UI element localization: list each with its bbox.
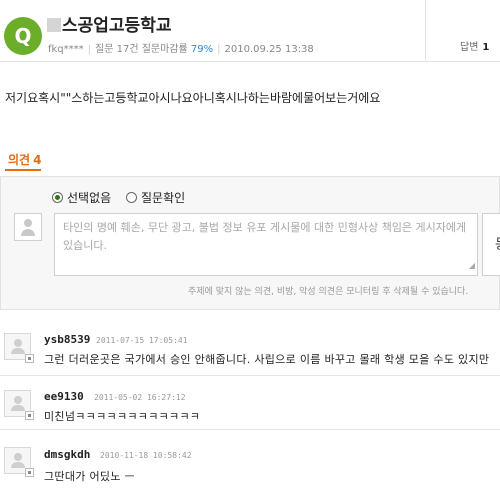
- commenter-avatar-icon[interactable]: ▪: [4, 447, 34, 477]
- question-meta: fkq**** | 질문 17건 질문마감률 79% | 2010.09.25 13:3…: [48, 40, 314, 55]
- radio-no-selection-label: 선택없음: [67, 191, 112, 205]
- tab-opinions[interactable]: 의견 4: [5, 151, 42, 171]
- radio-question-confirm[interactable]: 질문확인: [126, 189, 185, 206]
- header-divider: [425, 0, 426, 62]
- comment-item: ▪ ysb8539 2011-07-15 17:05:41 그런 더러운곳은 국…: [0, 322, 500, 376]
- comment-text: 그런 더러운곳은 국가에서 승인 안해줍니다. 사립으로 이름 바꾸고 몰래 학…: [44, 353, 490, 366]
- meta-separator: |: [87, 44, 92, 55]
- comment-item: ▪ ee9130 2011-05-02 16:27:12 미친넘ㅋㅋㅋㅋㅋㅋㅋㅋ…: [0, 377, 500, 430]
- radio-no-selection[interactable]: 선택없음: [52, 189, 111, 206]
- comment-user[interactable]: dmsgkdh: [44, 448, 90, 461]
- profile-badge-icon: ▪: [25, 468, 34, 477]
- profile-badge-icon: ▪: [25, 411, 34, 420]
- question-date: 2010.09.25 13:38: [224, 44, 314, 55]
- radio-question-confirm-label: 질문확인: [141, 191, 186, 205]
- comment-date: 2011-05-02 16:27:12: [94, 393, 186, 402]
- opinion-textarea-placeholder: 타인의 명예 훼손, 무단 광고, 불법 정보 유포 게시물에 대한 민형사상 …: [63, 221, 467, 252]
- moderation-notice: 주제에 맞지 않는 의견, 비방, 악성 의견은 모니터링 후 삭제될 수 있습…: [188, 287, 469, 297]
- comment-user[interactable]: ysb8539: [44, 333, 90, 346]
- answer-count[interactable]: 답변 1: [460, 38, 489, 53]
- tab-opinions-count: 4: [33, 153, 42, 167]
- question-badge: Q: [4, 17, 42, 55]
- resize-handle-icon[interactable]: ◢: [469, 260, 475, 273]
- user-avatar-icon: [14, 213, 42, 241]
- answer-count-value: 1: [482, 42, 490, 53]
- commenter-avatar-icon[interactable]: ▪: [4, 333, 34, 363]
- opinion-textarea[interactable]: 타인의 명예 훼손, 무단 광고, 불법 정보 유포 게시물에 대한 민형사상 …: [54, 213, 478, 276]
- answer-count-label: 답변: [460, 42, 479, 53]
- tab-opinions-label: 의견: [8, 153, 31, 167]
- profile-badge-icon: ▪: [25, 354, 34, 363]
- question-header: Q 스공업고등학교 fkq**** | 질문 17건 질문마감률 79% | 2010.…: [0, 0, 500, 62]
- radio-selected-icon[interactable]: [52, 192, 63, 203]
- radio-unselected-icon[interactable]: [126, 192, 137, 203]
- question-body: 저기요혹시""스하는고등학교아시나요아니혹시나하는바람에물어보는거에요: [5, 91, 381, 105]
- comment-user[interactable]: ee9130: [44, 390, 84, 403]
- comment-text: 그딴대가 어딨노 ㅡ: [44, 470, 135, 483]
- question-title[interactable]: 스공업고등학교: [47, 11, 171, 36]
- question-title-text: 스공업고등학교: [62, 16, 172, 36]
- comment-date: 2011-07-15 17:05:41: [96, 336, 188, 345]
- submit-opinion-button[interactable]: 등: [482, 213, 500, 276]
- commenter-avatar-icon[interactable]: ▪: [4, 390, 34, 420]
- comment-text: 미친넘ㅋㅋㅋㅋㅋㅋㅋㅋㅋㅋㅋㅋ: [44, 410, 201, 423]
- author-name[interactable]: fkq****: [48, 44, 84, 55]
- masked-text: [47, 18, 61, 32]
- comment-item: ▪ dmsgkdh 2010-11-18 10:58:42 그딴대가 어딨노 ㅡ: [0, 431, 500, 500]
- question-stats: 질문 17건 질문마감률: [95, 44, 188, 55]
- opinion-form: 선택없음 질문확인 타인의 명예 훼손, 무단 광고, 불법 정보 유포 게시물…: [0, 176, 500, 310]
- close-rate: 79%: [190, 44, 214, 55]
- meta-separator: |: [217, 44, 221, 55]
- comment-date: 2010-11-18 10:58:42: [100, 451, 192, 460]
